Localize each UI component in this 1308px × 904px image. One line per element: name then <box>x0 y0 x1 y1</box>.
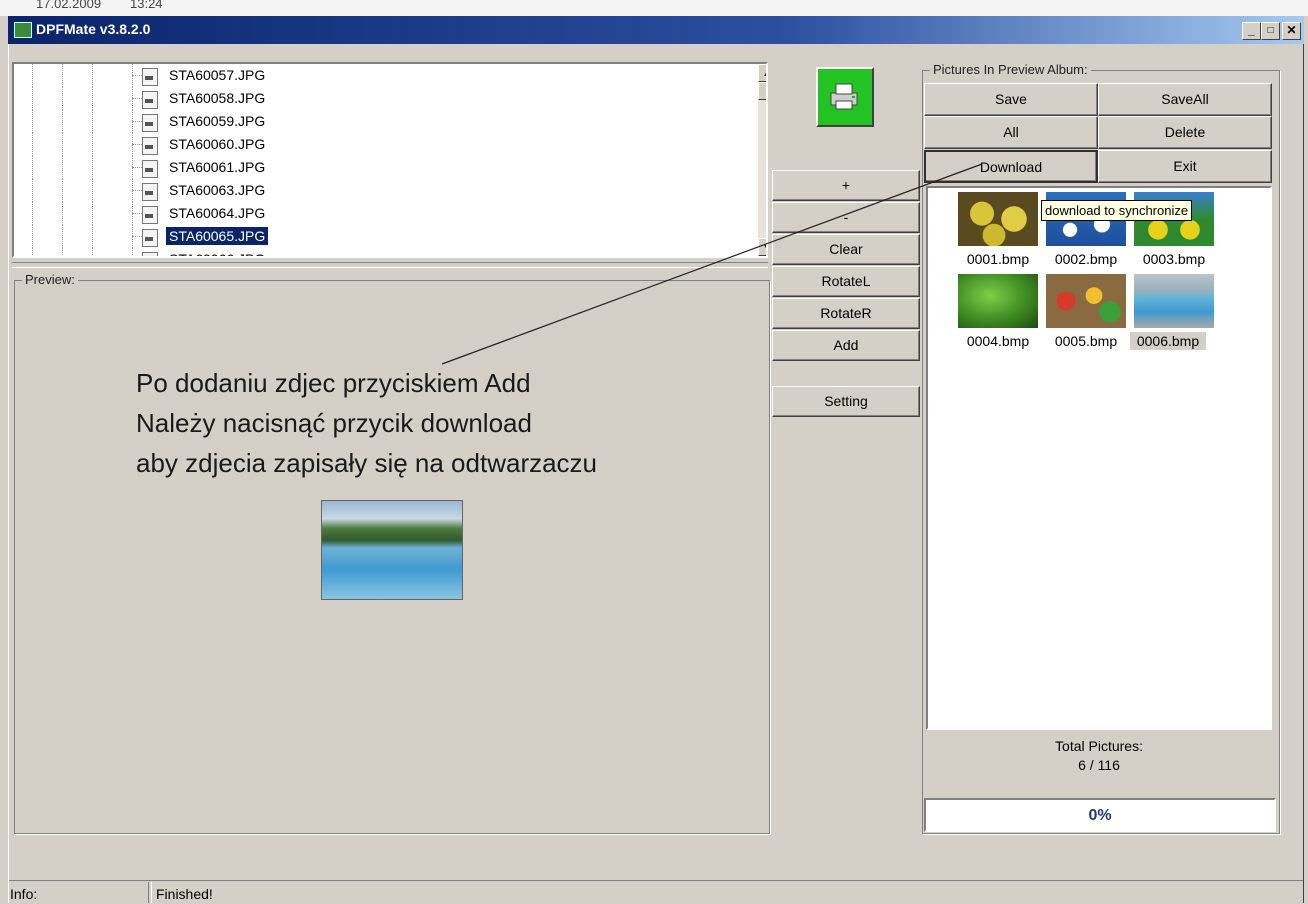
file-name[interactable]: STA60063.JPG <box>166 181 268 199</box>
status-message: Finished! <box>156 886 213 902</box>
add-button[interactable]: Add <box>772 330 920 361</box>
rotate-right-button[interactable]: RotateR <box>772 298 920 329</box>
clear-button[interactable]: Clear <box>772 234 920 265</box>
print-button[interactable] <box>816 67 874 127</box>
title-bar[interactable]: DPFMate v3.8.2.0 _ □ ✕ <box>8 16 1304 44</box>
status-info-label: Info: <box>10 886 38 902</box>
scroll-thumb[interactable] <box>758 82 766 100</box>
maximize-button[interactable]: □ <box>1261 22 1280 40</box>
file-tree[interactable]: STA60057.JPG STA60058.JPG STA60059.JPG S… <box>12 62 768 258</box>
thumbnail-label[interactable]: 0002.bmp <box>1042 250 1130 268</box>
tree-row[interactable]: STA60065.JPG <box>14 225 744 248</box>
tree-scrollbar[interactable]: ▲ ▼ <box>758 64 766 256</box>
background-time: 13:24 <box>130 0 163 11</box>
tree-row[interactable]: STA60066.JPG <box>14 248 744 256</box>
file-name[interactable]: STA60057.JPG <box>166 66 268 84</box>
thumbnail-image[interactable] <box>1134 274 1214 328</box>
album-label: Pictures In Preview Album: <box>930 62 1091 77</box>
file-name-selected[interactable]: STA60065.JPG <box>166 227 269 245</box>
setting-button[interactable]: Setting <box>772 386 920 417</box>
thumbnail-image[interactable] <box>1046 274 1126 328</box>
tree-row[interactable]: STA60059.JPG <box>14 110 744 133</box>
thumbnail-image[interactable] <box>958 192 1038 246</box>
save-all-button[interactable]: SaveAll <box>1098 83 1272 116</box>
file-icon <box>142 137 158 155</box>
scroll-up-arrow-icon[interactable]: ▲ <box>758 64 766 82</box>
splitter[interactable] <box>12 262 768 268</box>
close-button[interactable]: ✕ <box>1282 22 1301 40</box>
tree-row[interactable]: STA60058.JPG <box>14 87 744 110</box>
background-date: 17.02.2009 <box>36 0 102 11</box>
file-icon <box>142 229 158 247</box>
thumbnail-label[interactable]: 0005.bmp <box>1042 332 1130 350</box>
file-name[interactable]: STA60061.JPG <box>166 158 268 176</box>
annotation-line-1: Po dodaniu zdjec przyciskiem Add <box>136 368 531 398</box>
file-icon <box>142 91 158 109</box>
file-name[interactable]: STA60060.JPG <box>166 135 268 153</box>
download-button[interactable]: Download <box>924 150 1098 183</box>
file-icon <box>142 68 158 86</box>
background-window-strip: 17.02.2009 13:24 <box>0 0 1308 16</box>
thumbnail-image[interactable] <box>958 274 1038 328</box>
thumbnail-label-selected[interactable]: 0006.bmp <box>1130 332 1206 350</box>
file-icon <box>142 252 158 256</box>
total-pictures-value: 6 / 116 <box>1078 757 1120 773</box>
file-name[interactable]: STA60059.JPG <box>166 112 268 130</box>
file-icon <box>142 183 158 201</box>
tree-row[interactable]: STA60063.JPG <box>14 179 744 202</box>
window-title: DPFMate v3.8.2.0 <box>36 21 151 37</box>
save-button[interactable]: Save <box>924 83 1098 116</box>
tree-row[interactable]: STA60060.JPG <box>14 133 744 156</box>
preview-image <box>321 500 463 600</box>
file-name[interactable]: STA60066.JPG <box>166 250 268 256</box>
all-button[interactable]: All <box>924 116 1098 149</box>
thumbnail-label[interactable]: 0001.bmp <box>954 250 1042 268</box>
file-icon <box>142 160 158 178</box>
file-icon <box>142 206 158 224</box>
progress-bar: 0% <box>924 798 1276 832</box>
exit-button[interactable]: Exit <box>1098 150 1272 183</box>
annotation-line-2: Należy nacisnąć przycik download <box>136 408 532 438</box>
status-separator <box>148 882 152 903</box>
app-icon <box>14 22 32 38</box>
tree-row[interactable]: STA60057.JPG <box>14 64 744 87</box>
delete-button[interactable]: Delete <box>1098 116 1272 149</box>
plus-button[interactable]: + <box>772 170 920 201</box>
total-pictures-label: Total Pictures: <box>1055 738 1143 754</box>
progress-text: 0% <box>1088 807 1112 824</box>
thumbnail-label[interactable]: 0004.bmp <box>954 332 1042 350</box>
rotate-left-button[interactable]: RotateL <box>772 266 920 297</box>
file-name[interactable]: STA60058.JPG <box>166 89 268 107</box>
minus-button[interactable]: - <box>772 202 920 233</box>
minimize-button[interactable]: _ <box>1242 22 1261 40</box>
thumbnail-list[interactable]: 0001.bmp 0002.bmp 0003.bmp 0004.bmp 0005… <box>926 186 1272 730</box>
file-name[interactable]: STA60064.JPG <box>166 204 268 222</box>
thumbnail-label[interactable]: 0003.bmp <box>1130 250 1218 268</box>
scroll-down-arrow-icon[interactable]: ▼ <box>758 238 766 256</box>
printer-icon <box>830 83 858 110</box>
annotation-line-3: aby zdjecia zapisały się na odtwarzaczu <box>136 448 598 478</box>
preview-label: Preview: <box>22 272 78 287</box>
file-icon <box>142 114 158 132</box>
download-tooltip: download to synchronize <box>1041 200 1193 221</box>
tree-row[interactable]: STA60064.JPG <box>14 202 744 225</box>
tree-row[interactable]: STA60061.JPG <box>14 156 744 179</box>
